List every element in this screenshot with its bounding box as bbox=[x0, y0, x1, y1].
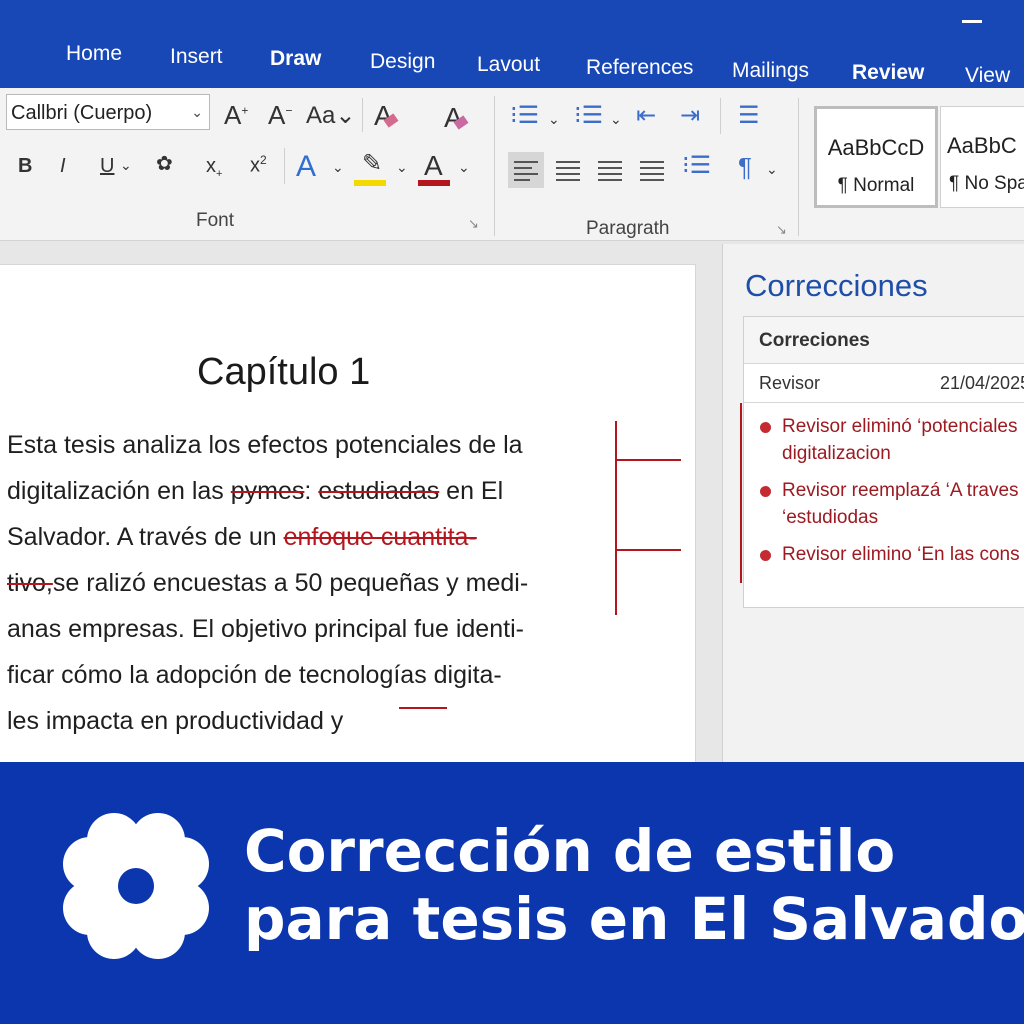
align-right-button[interactable] bbox=[592, 152, 628, 188]
tab-references[interactable]: References bbox=[586, 56, 693, 80]
document-page[interactable]: Capítulo 1 Esta tesis analiza los efecto… bbox=[0, 264, 696, 762]
style-sample: AaBbC bbox=[947, 133, 1017, 158]
reviewer-row: Revisor 21/04/2025 bbox=[744, 364, 1024, 403]
banner-title-line-2: para tesis en El Salvador bbox=[244, 885, 1024, 953]
bold-icon[interactable]: B bbox=[18, 156, 32, 176]
font-group-label: Font bbox=[196, 210, 235, 231]
tab-view[interactable]: View bbox=[965, 64, 1010, 88]
word-window: Home Insert Draw Design Lavout Reference… bbox=[0, 0, 1024, 762]
underline-icon[interactable]: U bbox=[100, 156, 114, 176]
chevron-down-icon[interactable]: ⌄ bbox=[396, 160, 408, 174]
pane-title: Correcciones bbox=[745, 268, 928, 303]
tab-design[interactable]: Design bbox=[370, 50, 435, 74]
comment-connector bbox=[615, 549, 681, 551]
style-no-spacing[interactable]: AaBbC ¶ No Spa bbox=[940, 106, 1024, 208]
reviewer-label: Revisor bbox=[759, 373, 821, 393]
paragraph-line: anas empresas. El objetivo principal fue… bbox=[7, 615, 524, 643]
change-bar bbox=[615, 421, 617, 615]
style-normal[interactable]: AaBbCcD ¶ Normal bbox=[814, 106, 938, 208]
chevron-down-icon[interactable]: ⌄ bbox=[120, 158, 132, 172]
ribbon-home: Callbri (Cuerpo) ⌄ A+ A− Aa⌄ A A B I U ⌄… bbox=[0, 88, 1024, 241]
paragraph-line: digitalización en las pymes: estudiadas … bbox=[7, 477, 504, 505]
tab-home[interactable]: Home bbox=[66, 42, 122, 66]
bullet-icon bbox=[760, 550, 771, 561]
paragraph-line: ficar cómo la adopción de tecnologías di… bbox=[7, 661, 502, 689]
justify-button[interactable] bbox=[634, 152, 670, 188]
bullet-icon bbox=[760, 422, 771, 433]
font-color-icon[interactable]: A bbox=[424, 152, 443, 180]
chevron-down-icon[interactable]: ⌄ bbox=[332, 160, 344, 174]
corrections-pane: Correcciones Correciones Revisor 21/04/2… bbox=[722, 244, 1024, 762]
paragraph-line: Esta tesis analiza los efectos potencial… bbox=[7, 431, 523, 459]
chevron-down-icon[interactable]: ⌄ bbox=[766, 162, 778, 176]
highlight-icon[interactable]: ✎ bbox=[362, 152, 382, 176]
tab-mailings[interactable]: Mailings bbox=[732, 59, 809, 83]
paragraph-line: les impacta en productividad y bbox=[7, 707, 344, 735]
banner-title-line-1: Corrección de estilo bbox=[244, 817, 896, 885]
align-center-button[interactable] bbox=[550, 152, 586, 188]
font-dialog-launcher-icon[interactable]: ↘ bbox=[468, 216, 479, 232]
style-name: ¶ No Spa bbox=[949, 173, 1024, 194]
pilcrow-icon[interactable]: ¶ bbox=[738, 154, 752, 180]
card-title: Correciones bbox=[759, 330, 870, 351]
strikethrough-flower-icon[interactable]: ✿ bbox=[156, 154, 173, 174]
style-sample: AaBbCcD bbox=[827, 135, 925, 160]
style-name: ¶ Normal bbox=[837, 175, 915, 196]
corrections-card: Correciones Revisor 21/04/2025 Revisor e… bbox=[740, 316, 1024, 608]
clear-format-icon[interactable]: A bbox=[374, 102, 399, 130]
revision-list: Revisor eliminó ‘potenciales digitalizac… bbox=[740, 403, 1024, 583]
deleted-text: tivo, bbox=[7, 569, 53, 597]
increase-indent-icon[interactable]: ⇥ bbox=[680, 104, 700, 128]
comment-connector bbox=[615, 459, 681, 461]
highlight-color-bar bbox=[354, 180, 386, 186]
shrink-font-icon[interactable]: A− bbox=[268, 102, 292, 128]
text-effects-icon[interactable]: A bbox=[296, 152, 316, 182]
tab-draw[interactable]: Draw bbox=[270, 47, 321, 71]
tab-insert[interactable]: Insert bbox=[170, 45, 223, 69]
decrease-indent-icon[interactable]: ⇤ bbox=[636, 104, 656, 128]
paragraph-line: Salvador. A través de un enfoque cuantit… bbox=[7, 523, 477, 551]
paragraph-line: tivo,se ralizó encuestas a 50 pequeñas y… bbox=[7, 569, 529, 597]
deleted-text: pymes bbox=[230, 477, 305, 505]
superscript-icon[interactable]: x2 bbox=[250, 154, 267, 176]
align-left-button[interactable] bbox=[508, 152, 544, 188]
numbering-icon[interactable]: ⁝☰ bbox=[574, 104, 603, 128]
revision-date: 21/04/2025 bbox=[940, 373, 1024, 393]
grow-font-icon[interactable]: A+ bbox=[224, 102, 248, 128]
chevron-down-icon: ⌄ bbox=[191, 104, 203, 120]
bullet-icon bbox=[760, 486, 771, 497]
flower-logo-icon bbox=[63, 813, 209, 959]
font-name-dropdown[interactable]: Callbri (Cuerpo) ⌄ bbox=[6, 94, 210, 130]
corrections-card-header: Correciones bbox=[744, 317, 1024, 364]
tab-layout[interactable]: Lavout bbox=[477, 53, 540, 77]
text-effects-eraser-icon[interactable]: A bbox=[444, 104, 469, 132]
chapter-heading: Capítulo 1 bbox=[197, 351, 371, 393]
promo-banner: Corrección de estilo para tesis en El Sa… bbox=[0, 762, 1024, 1024]
line-spacing-icon[interactable]: ⁝☰ bbox=[682, 154, 711, 178]
italic-icon[interactable]: I bbox=[60, 156, 66, 176]
bullets-icon[interactable]: ⁝☰ bbox=[510, 104, 539, 128]
chevron-down-icon[interactable]: ⌄ bbox=[458, 160, 470, 174]
subscript-icon[interactable]: x+ bbox=[206, 156, 222, 180]
inserted-text-underline bbox=[399, 707, 447, 709]
chevron-down-icon[interactable]: ⌄ bbox=[548, 112, 560, 126]
deleted-text: enfoque cuantita- bbox=[283, 523, 477, 551]
ribbon-tab-bar: Home Insert Draw Design Lavout Reference… bbox=[0, 0, 1024, 100]
change-case-icon[interactable]: Aa⌄ bbox=[306, 104, 355, 128]
font-color-bar bbox=[418, 180, 450, 186]
paragraph-group-label: Paragrath bbox=[586, 218, 670, 239]
tab-review[interactable]: Review bbox=[852, 61, 924, 85]
font-name-value: Callbri (Cuerpo) bbox=[11, 102, 153, 124]
line-spacing-icon[interactable]: ☰ bbox=[738, 104, 760, 128]
deleted-text: estudiadas bbox=[318, 477, 440, 505]
chevron-down-icon[interactable]: ⌄ bbox=[610, 112, 622, 126]
paragraph-dialog-launcher-icon[interactable]: ↘ bbox=[776, 222, 787, 238]
minimize-button[interactable] bbox=[962, 20, 982, 23]
